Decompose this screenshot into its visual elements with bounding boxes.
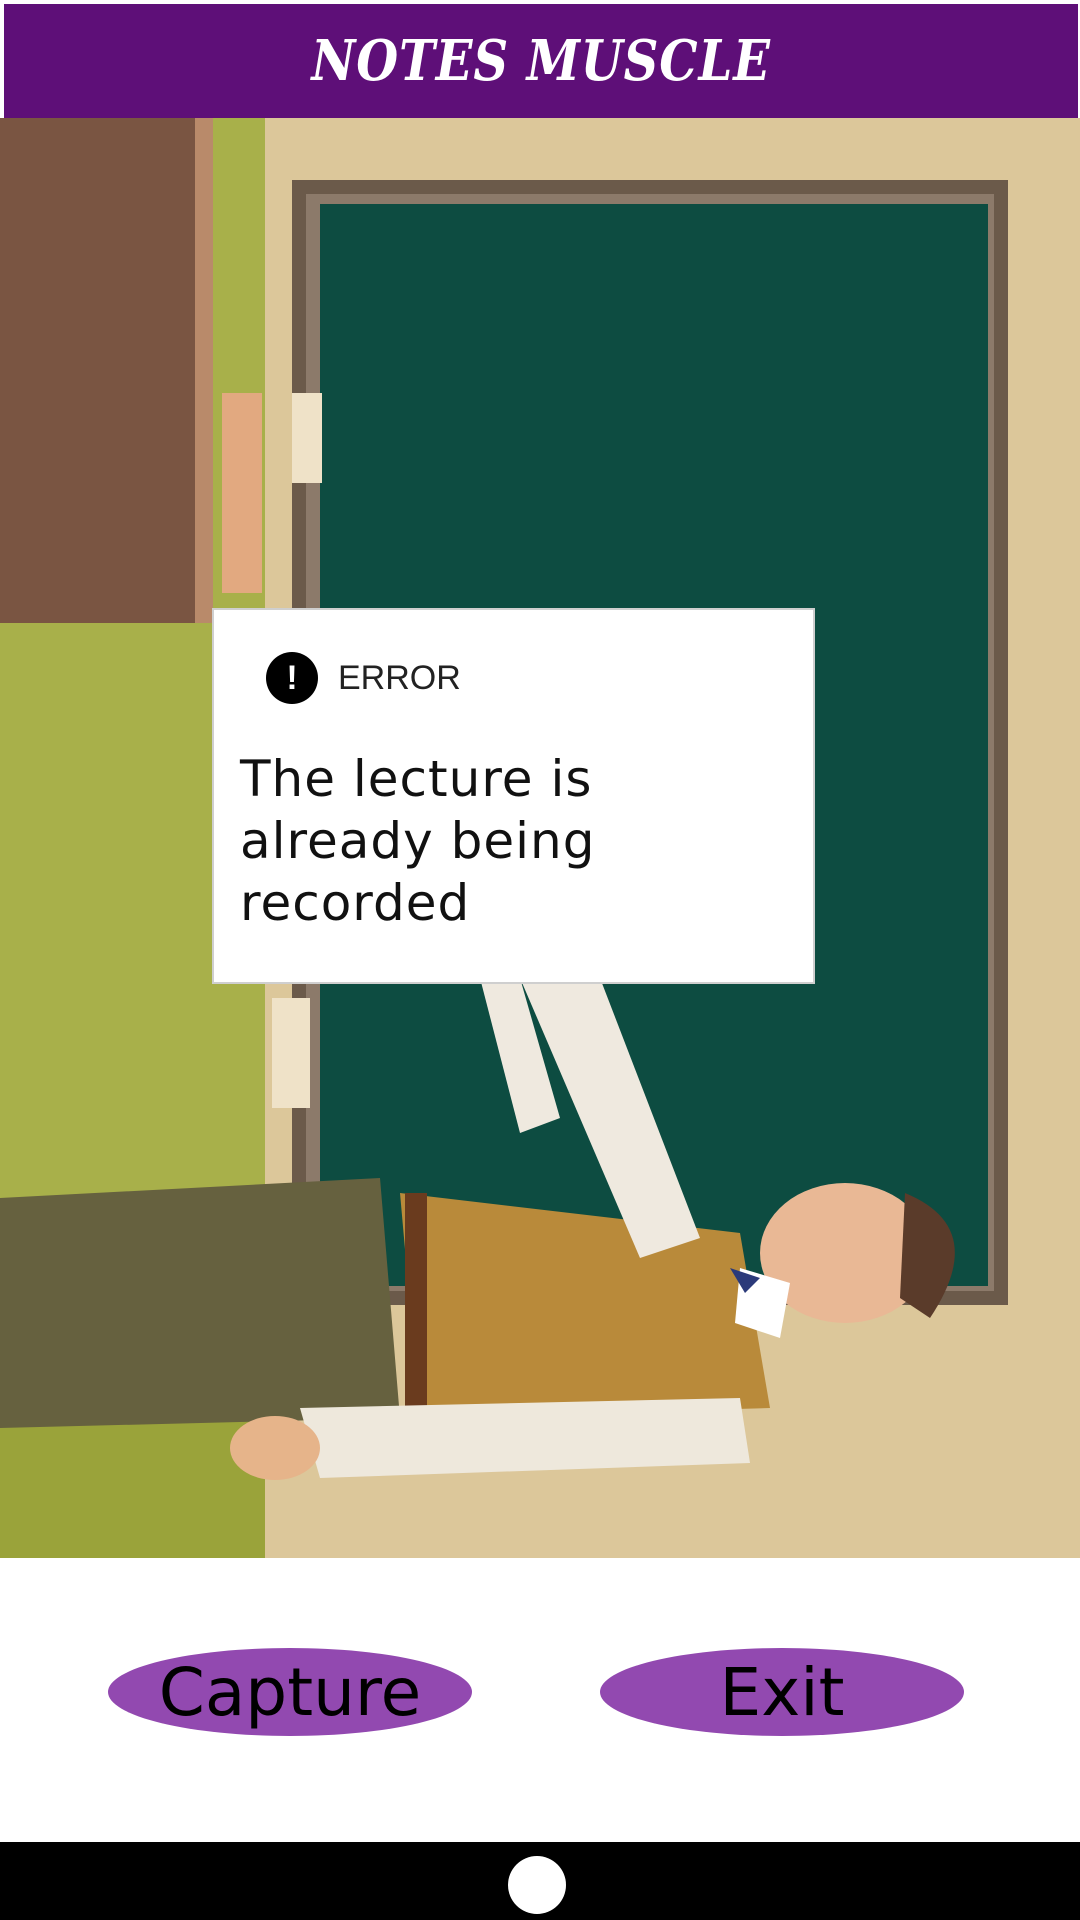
error-dialog: ! ERROR The lecture is already being rec… bbox=[212, 608, 815, 984]
exit-button[interactable]: Exit bbox=[600, 1648, 964, 1736]
error-dialog-header: ! ERROR bbox=[266, 652, 461, 704]
system-navigation-bar bbox=[0, 1842, 1080, 1920]
error-dialog-title: ERROR bbox=[338, 658, 461, 697]
capture-button[interactable]: Capture bbox=[108, 1648, 472, 1736]
exclamation-icon: ! bbox=[266, 652, 318, 704]
home-circle-icon[interactable] bbox=[508, 1856, 566, 1914]
app-title-bar: NOTES MUSCLE bbox=[4, 4, 1078, 118]
error-dialog-message: The lecture is already being recorded bbox=[240, 750, 596, 932]
app-title: NOTES MUSCLE bbox=[311, 28, 771, 94]
